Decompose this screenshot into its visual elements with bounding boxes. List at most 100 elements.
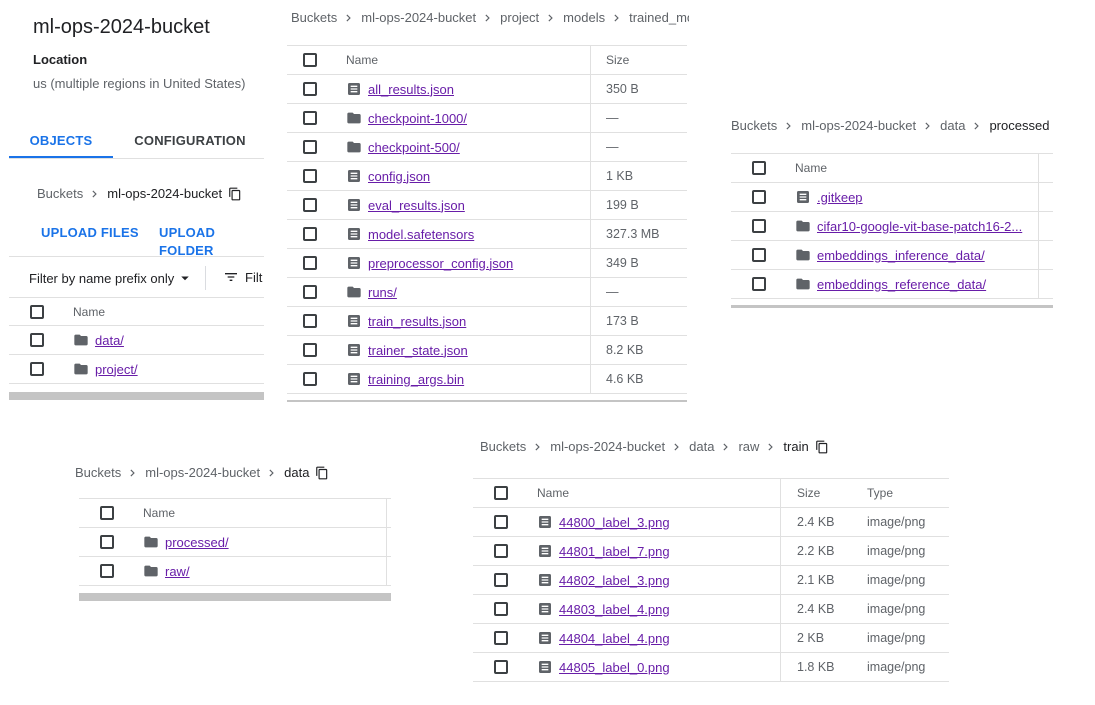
object-link[interactable]: 44800_label_3.png <box>559 515 670 530</box>
row-checkbox[interactable] <box>303 343 317 357</box>
upload-files-button[interactable]: UPLOAD FILES <box>41 224 139 242</box>
breadcrumb-data[interactable]: data <box>940 118 965 133</box>
horizontal-scrollbar[interactable] <box>79 593 391 601</box>
object-link[interactable]: training_args.bin <box>368 372 464 387</box>
breadcrumb-models[interactable]: models <box>563 10 605 25</box>
name-header: Name <box>795 161 828 175</box>
object-link[interactable]: 44802_label_3.png <box>559 573 670 588</box>
breadcrumb-buckets[interactable]: Buckets <box>37 186 83 201</box>
file-icon <box>537 659 559 675</box>
row-checkbox[interactable] <box>100 564 114 578</box>
object-link[interactable]: raw/ <box>165 564 190 579</box>
row-checkbox[interactable] <box>303 256 317 270</box>
table-row: embeddings_reference_data/ <box>731 270 1053 299</box>
row-checkbox[interactable] <box>494 631 508 645</box>
breadcrumb-buckets[interactable]: Buckets <box>75 465 121 480</box>
object-link[interactable]: 44801_label_7.png <box>559 544 670 559</box>
breadcrumb-bucket[interactable]: ml-ops-2024-bucket <box>550 439 665 454</box>
object-link[interactable]: all_results.json <box>368 82 454 97</box>
row-checkbox[interactable] <box>494 573 508 587</box>
row-checkbox[interactable] <box>752 219 766 233</box>
object-link[interactable]: .gitkeep <box>817 190 863 205</box>
row-checkbox[interactable] <box>303 372 317 386</box>
copy-icon[interactable] <box>815 440 829 454</box>
row-checkbox-cell <box>473 602 529 616</box>
row-checkbox[interactable] <box>303 111 317 125</box>
object-link[interactable]: 44803_label_4.png <box>559 602 670 617</box>
row-checkbox[interactable] <box>752 248 766 262</box>
object-link[interactable]: config.json <box>368 169 430 184</box>
row-checkbox[interactable] <box>494 515 508 529</box>
row-checkbox[interactable] <box>303 314 317 328</box>
filter-button[interactable]: Filt <box>223 269 262 285</box>
column-divider <box>1038 241 1039 269</box>
row-checkbox[interactable] <box>303 227 317 241</box>
row-checkbox[interactable] <box>752 190 766 204</box>
toolbar-divider <box>9 256 264 257</box>
object-link[interactable]: data/ <box>95 333 124 348</box>
row-checkbox[interactable] <box>303 285 317 299</box>
column-divider <box>1038 183 1039 211</box>
row-checkbox[interactable] <box>30 333 44 347</box>
object-link[interactable]: 44805_label_0.png <box>559 660 670 675</box>
object-link[interactable]: checkpoint-1000/ <box>368 111 467 126</box>
row-checkbox[interactable] <box>752 277 766 291</box>
breadcrumb-buckets[interactable]: Buckets <box>731 118 777 133</box>
row-checkbox[interactable] <box>100 535 114 549</box>
breadcrumb-raw[interactable]: raw <box>738 439 759 454</box>
size-cell: 4.6 KB <box>606 372 644 386</box>
row-checkbox[interactable] <box>303 82 317 96</box>
copy-icon[interactable] <box>315 466 329 480</box>
breadcrumb-buckets[interactable]: Buckets <box>291 10 337 25</box>
breadcrumb-bucket[interactable]: ml-ops-2024-bucket <box>361 10 476 25</box>
row-checkbox-cell <box>473 631 529 645</box>
file-icon <box>795 189 817 205</box>
object-link[interactable]: preprocessor_config.json <box>368 256 513 271</box>
object-link[interactable]: cifar10-google-vit-base-patch16-2... <box>817 219 1022 234</box>
select-all-checkbox[interactable] <box>752 161 766 175</box>
row-checkbox[interactable] <box>494 602 508 616</box>
breadcrumb-data[interactable]: data <box>689 439 714 454</box>
breadcrumb-trained-models[interactable]: trained_models <box>629 10 689 25</box>
file-icon <box>537 601 559 617</box>
tab-configuration[interactable]: CONFIGURATION <box>125 122 255 158</box>
object-link[interactable]: model.safetensors <box>368 227 474 242</box>
table-row: training_args.bin 4.6 KB <box>287 365 687 394</box>
upload-folder-button[interactable]: UPLOAD FOLDER <box>159 224 264 260</box>
row-checkbox-cell <box>79 535 135 549</box>
object-link[interactable]: 44804_label_4.png <box>559 631 670 646</box>
name-cell: model.safetensors <box>333 226 590 242</box>
row-checkbox[interactable] <box>303 198 317 212</box>
object-link[interactable]: embeddings_reference_data/ <box>817 277 986 292</box>
breadcrumb-project[interactable]: project <box>500 10 539 25</box>
row-checkbox-cell <box>287 285 333 299</box>
object-link[interactable]: runs/ <box>368 285 397 300</box>
row-checkbox-cell <box>287 372 333 386</box>
breadcrumb-bucket[interactable]: ml-ops-2024-bucket <box>801 118 916 133</box>
select-all-cell <box>9 304 65 319</box>
object-link[interactable]: processed/ <box>165 535 229 550</box>
object-link[interactable]: train_results.json <box>368 314 466 329</box>
breadcrumb-buckets[interactable]: Buckets <box>480 439 526 454</box>
breadcrumb-bucket[interactable]: ml-ops-2024-bucket <box>145 465 260 480</box>
select-all-checkbox[interactable] <box>494 486 508 500</box>
row-checkbox-cell <box>79 564 135 578</box>
tab-objects[interactable]: OBJECTS <box>9 122 113 158</box>
select-all-checkbox[interactable] <box>30 304 44 319</box>
object-link[interactable]: checkpoint-500/ <box>368 140 460 155</box>
row-checkbox[interactable] <box>494 544 508 558</box>
row-checkbox[interactable] <box>303 169 317 183</box>
filter-dropdown[interactable]: Filter by name prefix only <box>29 269 194 287</box>
horizontal-scrollbar[interactable] <box>9 392 264 400</box>
copy-icon[interactable] <box>228 187 242 201</box>
row-checkbox[interactable] <box>494 660 508 674</box>
object-link[interactable]: trainer_state.json <box>368 343 468 358</box>
folder-icon <box>346 139 368 155</box>
row-checkbox[interactable] <box>303 140 317 154</box>
object-link[interactable]: eval_results.json <box>368 198 465 213</box>
object-link[interactable]: project/ <box>95 362 138 377</box>
row-checkbox[interactable] <box>30 362 44 376</box>
object-link[interactable]: embeddings_inference_data/ <box>817 248 985 263</box>
select-all-checkbox[interactable] <box>100 506 114 520</box>
select-all-checkbox[interactable] <box>303 53 317 67</box>
